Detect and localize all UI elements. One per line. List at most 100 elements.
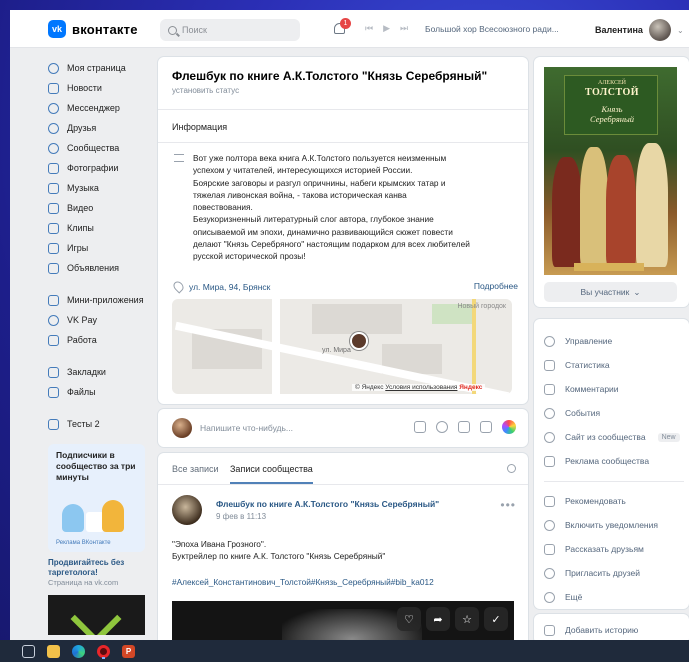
more-details-link[interactable]: Подробнее (474, 281, 518, 291)
description-line: Боярские заговоры и разгул опричнины, на… (193, 177, 446, 188)
sidebar-item-label: Мини-приложения (67, 295, 144, 305)
sidebar-item-clips[interactable]: Клипы (48, 218, 153, 238)
group-actions-menu: Управление Статистика Комментарии Событи… (544, 329, 684, 609)
sidebar-item-work[interactable]: Работа (48, 330, 153, 350)
location-map[interactable]: ул. Мира Новый городок © Яндекс Условия … (172, 299, 512, 394)
menu-item-more[interactable]: Ещё (544, 585, 684, 609)
sidebar-item-ads[interactable]: Объявления (48, 258, 153, 278)
menu-divider (544, 473, 684, 482)
search-placeholder: Поиск (182, 25, 207, 35)
compose-input[interactable]: Напишите что-нибудь... (200, 423, 293, 433)
powerpoint-icon[interactable]: P (122, 644, 135, 658)
menu-item-promote[interactable]: Реклама сообщества (544, 449, 684, 473)
clip-icon[interactable] (436, 421, 448, 433)
map-marker[interactable] (350, 332, 368, 350)
promo-link[interactable]: Продвигайтесь без таргетолога! (48, 558, 153, 578)
media-actions: ♡ ➦ ☆ ✓ (397, 607, 508, 631)
post-hashtags[interactable]: #Алексей_Константинович_Толстой#Князь_Се… (172, 577, 434, 587)
post-author[interactable]: Флешбук по книге А.К.Толстого "Князь Сер… (216, 499, 439, 509)
check-icon[interactable]: ✓ (484, 607, 508, 631)
current-track[interactable]: Большой хор Всесоюзного ради... (425, 24, 559, 34)
person-figure (102, 500, 124, 532)
menu-item-events[interactable]: События (544, 401, 684, 425)
cover-surname: ТОЛСТОЙ (584, 87, 640, 98)
sidebar-item-games[interactable]: Игры (48, 238, 153, 258)
sidebar-item-vk-pay[interactable]: VK Pay (48, 310, 153, 330)
menu-item-notifications[interactable]: Включить уведомления (544, 513, 684, 537)
sidebar-item-messenger[interactable]: Мессенджер (48, 98, 153, 118)
tab-community-posts[interactable]: Записи сообщества (230, 464, 313, 484)
sidebar-item-label: Музыка (67, 183, 99, 193)
color-palette-icon[interactable] (502, 420, 516, 434)
sidebar-item-communities[interactable]: Сообщества (48, 138, 153, 158)
post-video[interactable]: ♡ ➦ ☆ ✓ (172, 601, 514, 640)
set-status-link[interactable]: установить статус (172, 86, 239, 95)
games-icon (48, 242, 59, 254)
share-icon[interactable]: ➦ (426, 607, 450, 631)
tab-all-posts[interactable]: Все записи (172, 464, 219, 474)
search-icon[interactable] (507, 464, 516, 473)
book-cover-image[interactable]: АЛЕКСЕЙ ТОЛСТОЙ Князь Серебряный (544, 67, 677, 275)
menu-item-label: События (565, 408, 601, 418)
edge-browser-icon[interactable] (72, 644, 85, 658)
sidebar-item-news[interactable]: Новости (48, 78, 153, 98)
menu-item-statistics[interactable]: Статистика (544, 353, 684, 377)
sidebar-item-my-page[interactable]: Моя страница (48, 58, 153, 78)
favorite-icon[interactable]: ☆ (455, 607, 479, 631)
membership-button[interactable]: Вы участник ⌄ (544, 282, 677, 302)
menu-item-label: Управление (565, 336, 613, 346)
like-icon[interactable]: ♡ (397, 607, 421, 631)
post-date[interactable]: 9 фев в 11:13 (216, 512, 266, 521)
previous-track-icon[interactable]: ⏮ (365, 23, 373, 34)
opera-browser-icon[interactable] (97, 644, 110, 659)
map-building (312, 304, 402, 334)
user-menu[interactable]: Валентина ⌄ (595, 19, 684, 41)
menu-item-tell-friends[interactable]: Рассказать друзьям (544, 537, 684, 561)
menu-item-site-builder[interactable]: Сайт из сообщества New (544, 425, 684, 449)
sidebar-item-files[interactable]: Файлы (48, 382, 153, 402)
avatar (648, 19, 671, 41)
sidebar-item-photos[interactable]: Фотографии (48, 158, 153, 178)
promo-illustration (62, 496, 132, 536)
sidebar-item-video[interactable]: Видео (48, 198, 153, 218)
task-view-icon[interactable] (22, 644, 35, 658)
painting-figure (606, 155, 636, 267)
music-icon (48, 182, 59, 194)
avatar[interactable] (172, 495, 202, 525)
play-icon[interactable]: ▶ (383, 23, 390, 34)
notifications-button[interactable]: 1 (332, 18, 351, 38)
sidebar-item-tests[interactable]: Тесты 2 (48, 414, 153, 434)
apps-icon (48, 294, 59, 306)
info-tab-label: Информация (172, 122, 228, 132)
composer-tools (414, 420, 516, 434)
sidebar-item-friends[interactable]: Друзья (48, 118, 153, 138)
menu-item-manage[interactable]: Управление (544, 329, 684, 353)
menu-item-comments[interactable]: Комментарии (544, 377, 684, 401)
next-track-icon[interactable]: ⏭ (400, 23, 408, 34)
share-icon (544, 543, 555, 555)
music-icon[interactable] (458, 421, 470, 433)
sidebar-item-mini-apps[interactable]: Мини-приложения (48, 290, 153, 310)
menu-item-invite-friends[interactable]: Пригласить друзей (544, 561, 684, 585)
audio-player: ⏮ ▶ ⏭ (365, 23, 408, 34)
file-explorer-icon[interactable] (47, 644, 60, 658)
promo-banner[interactable]: Подписчики в сообщество за три минуты Ре… (48, 444, 145, 552)
group-actions-card: Управление Статистика Комментарии Событи… (534, 319, 689, 609)
vk-logo[interactable]: vk вконтакте (48, 20, 138, 38)
add-story-button[interactable]: Добавить историю (544, 618, 638, 640)
ad-thumbnail[interactable] (48, 595, 145, 635)
menu-item-recommend[interactable]: Рекомендовать (544, 489, 684, 513)
map-road (272, 299, 280, 394)
article-icon[interactable] (480, 421, 492, 433)
story-icon (544, 624, 555, 636)
search-input[interactable]: Поиск (160, 19, 300, 41)
address-link[interactable]: ул. Мира, 94, Брянск (171, 279, 270, 294)
gear-icon (544, 335, 555, 347)
camera-icon[interactable] (414, 421, 426, 433)
logo-text: вконтакте (72, 21, 138, 37)
description-line: повествования. (193, 202, 253, 213)
more-options-icon[interactable]: ••• (500, 498, 516, 512)
sidebar-item-music[interactable]: Музыка (48, 178, 153, 198)
map-terms-link[interactable]: Условия использования (385, 384, 457, 391)
sidebar-item-bookmarks[interactable]: Закладки (48, 362, 153, 382)
